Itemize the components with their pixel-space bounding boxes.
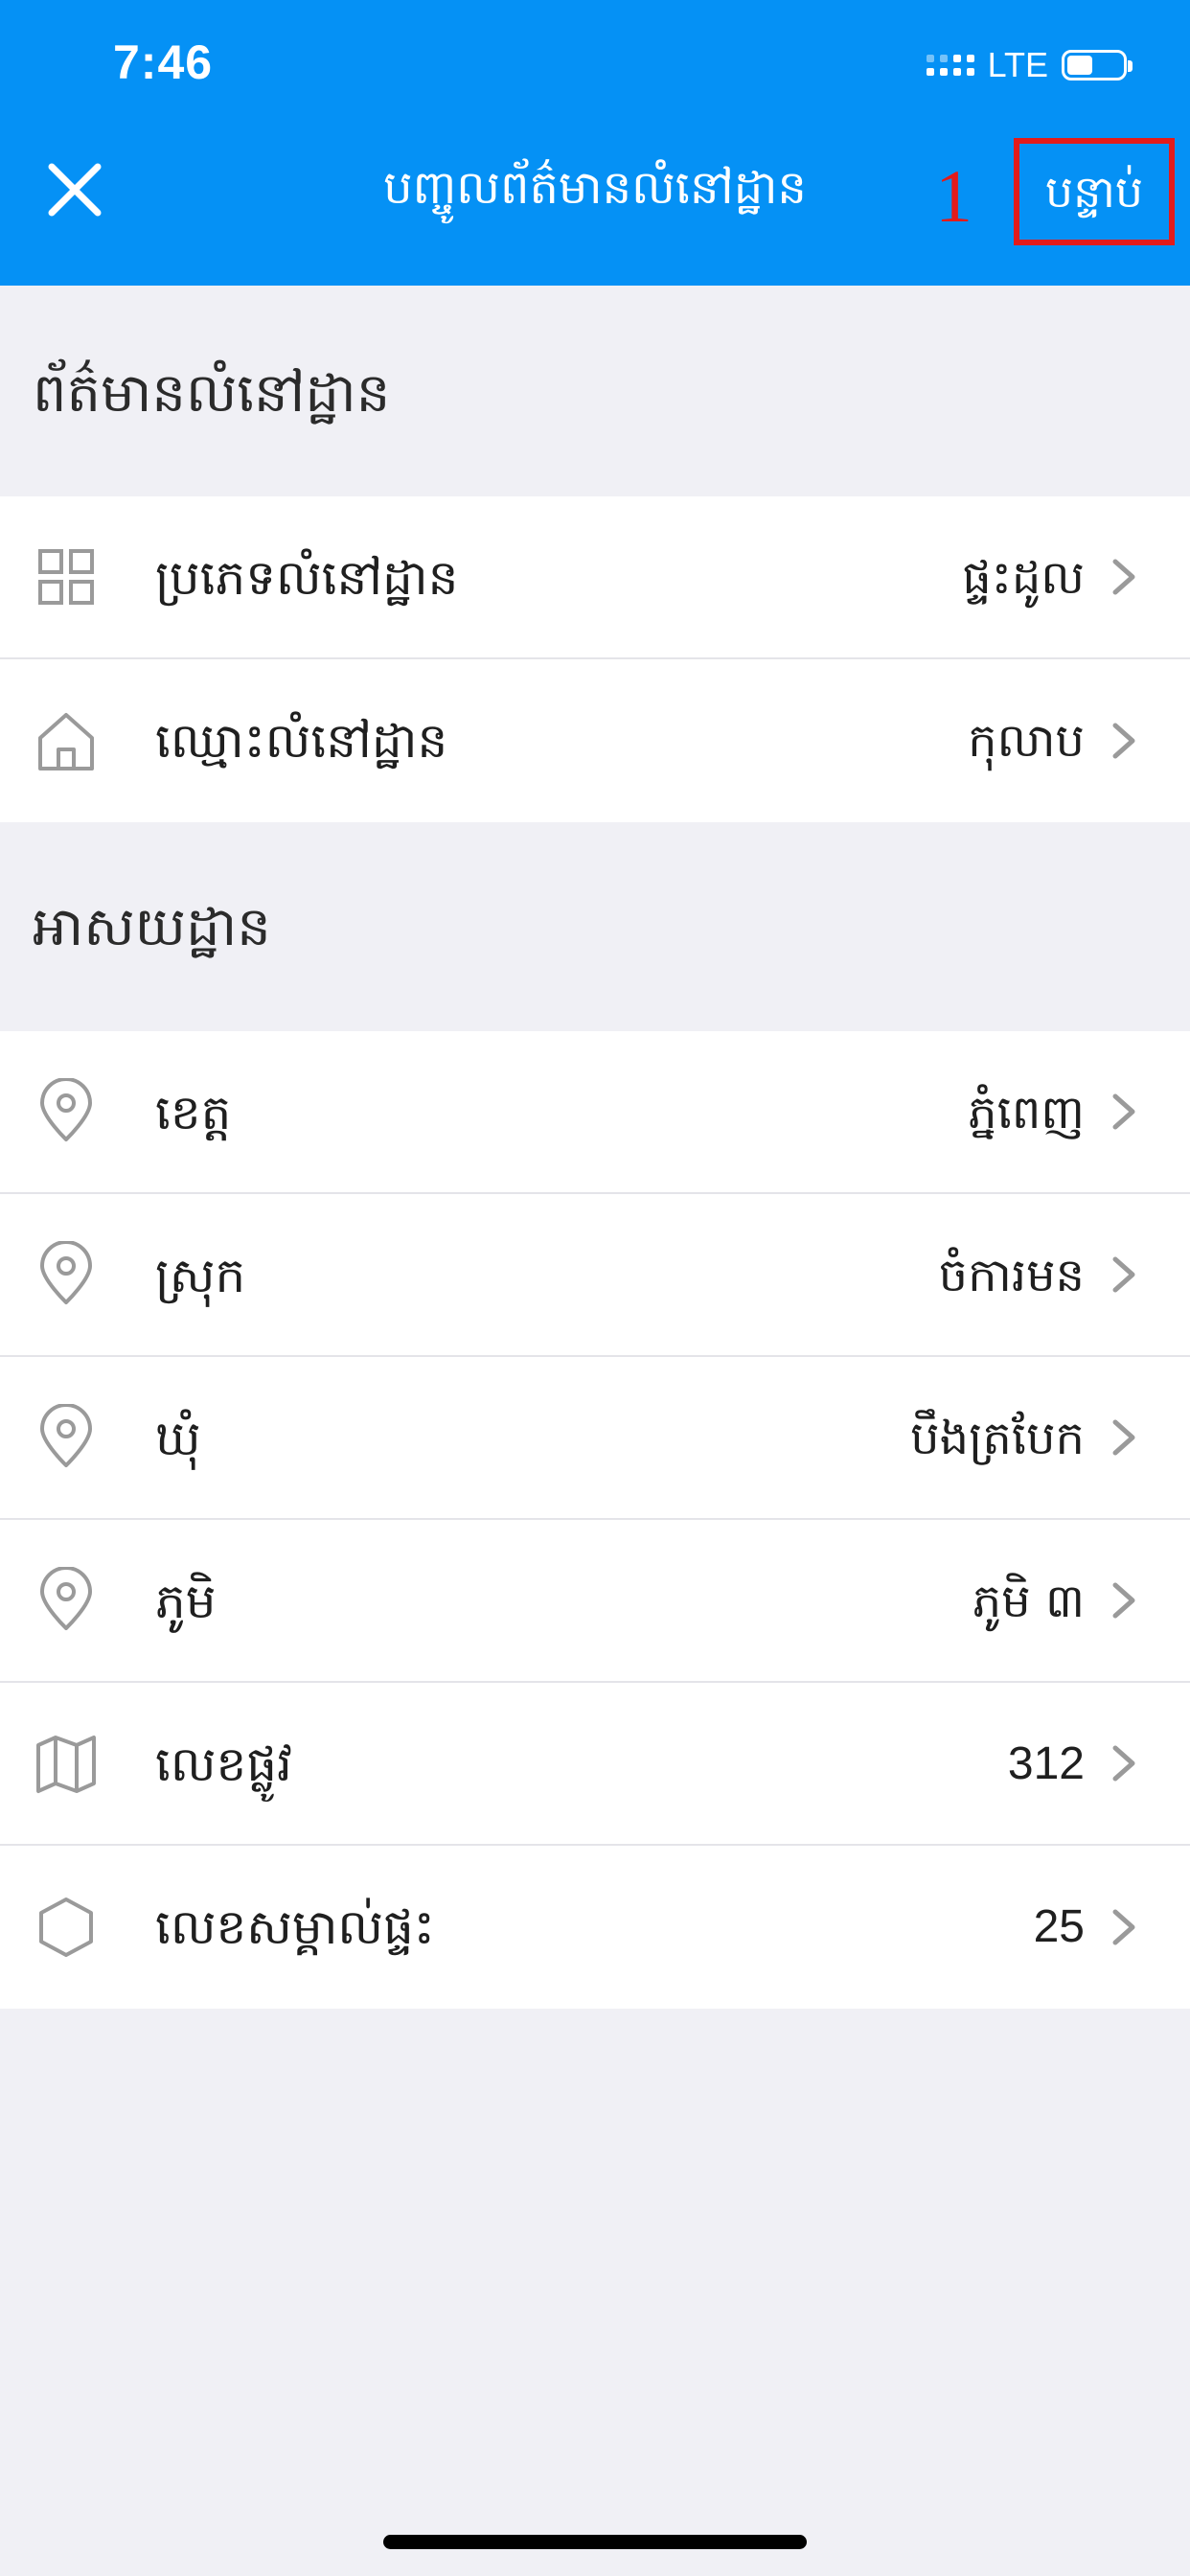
- row-label: ប្រភេទលំនៅដ្ឋាន: [155, 550, 459, 606]
- chevron-right-icon: [1112, 1093, 1135, 1130]
- chevron-right-icon: [1112, 1419, 1135, 1456]
- row-residence-name[interactable]: ឈ្មោះលំនៅដ្ឋាន កុលាប: [0, 659, 1190, 822]
- location-pin-icon: [40, 1078, 92, 1141]
- row-district[interactable]: ស្រុក ចំការមន: [0, 1194, 1190, 1357]
- chevron-right-icon: [1112, 723, 1135, 759]
- status-time: 7:46: [113, 35, 214, 89]
- row-value: ចំការមន: [938, 1249, 1085, 1302]
- network-type: LTE: [987, 45, 1048, 84]
- row-value: 25: [1033, 1901, 1085, 1952]
- row-commune[interactable]: ឃុំ បឹងត្របែក: [0, 1357, 1190, 1520]
- row-province[interactable]: ខេត្ត ភ្នំពេញ: [0, 1031, 1190, 1194]
- row-value: ផ្ទះដូល: [962, 551, 1085, 605]
- row-value: កុលាប: [968, 714, 1085, 768]
- chevron-right-icon: [1112, 559, 1135, 595]
- chevron-right-icon: [1112, 1582, 1135, 1619]
- row-label: ឈ្មោះលំនៅដ្ឋាន: [155, 713, 448, 769]
- row-label: ឃុំ: [155, 1411, 201, 1466]
- status-indicators: LTE: [926, 44, 1133, 86]
- row-village[interactable]: ភូមិ ភូមិ ៣: [0, 1520, 1190, 1683]
- house-icon: [38, 713, 94, 770]
- section-title-address: អាសយដ្ឋាន: [33, 896, 271, 958]
- map-icon: [36, 1736, 96, 1793]
- row-residence-type[interactable]: ប្រភេទលំនៅដ្ឋាន ផ្ទះដូល: [0, 496, 1190, 659]
- chevron-right-icon: [1112, 1256, 1135, 1293]
- battery-icon: [1062, 50, 1133, 80]
- page-title: បញ្ចូលព័ត៌មានលំនៅដ្ឋាន: [383, 161, 807, 215]
- next-button[interactable]: បន្ទាប់: [1014, 138, 1175, 245]
- annotation-number: 1: [935, 154, 973, 238]
- location-pin-icon: [40, 1241, 92, 1304]
- row-label: ខេត្ត: [155, 1085, 232, 1140]
- row-label: លេខផ្លូវ: [155, 1736, 292, 1792]
- row-label: ស្រុក: [155, 1248, 246, 1303]
- row-label: លេខសម្គាល់ផ្ទះ: [155, 1899, 435, 1955]
- row-value: បឹងត្របែក: [910, 1412, 1085, 1465]
- chevron-right-icon: [1112, 1909, 1135, 1945]
- grid-icon: [38, 549, 94, 605]
- close-icon: [48, 163, 102, 217]
- app-header: 7:46 LTE បញ្ចូលព័ត៌មានលំនៅដ្ឋាន 1 បន្ទាប…: [0, 0, 1190, 286]
- address-group: ខេត្ត ភ្នំពេញ ស្រុក ចំការមន ឃុំ បឹងត្របែ…: [0, 1031, 1190, 2009]
- home-indicator[interactable]: [383, 2535, 807, 2549]
- residence-info-group: ប្រភេទលំនៅដ្ឋាន ផ្ទះដូល ឈ្មោះលំនៅដ្ឋាន ក…: [0, 496, 1190, 822]
- hexagon-icon: [39, 1898, 93, 1957]
- location-pin-icon: [40, 1404, 92, 1467]
- row-value: 312: [1007, 1738, 1085, 1789]
- row-value: ភូមិ ៣: [972, 1575, 1085, 1628]
- row-street-number[interactable]: លេខផ្លូវ 312: [0, 1683, 1190, 1846]
- row-label: ភូមិ: [155, 1574, 217, 1629]
- section-title-residence-info: ព័ត៌មានលំនៅដ្ឋាន: [33, 362, 391, 425]
- cellular-signal-icon: [926, 55, 974, 76]
- row-house-number[interactable]: លេខសម្គាល់ផ្ទះ 25: [0, 1846, 1190, 2009]
- row-value: ភ្នំពេញ: [968, 1086, 1085, 1139]
- close-button[interactable]: [46, 161, 103, 218]
- location-pin-icon: [40, 1567, 92, 1630]
- chevron-right-icon: [1112, 1745, 1135, 1782]
